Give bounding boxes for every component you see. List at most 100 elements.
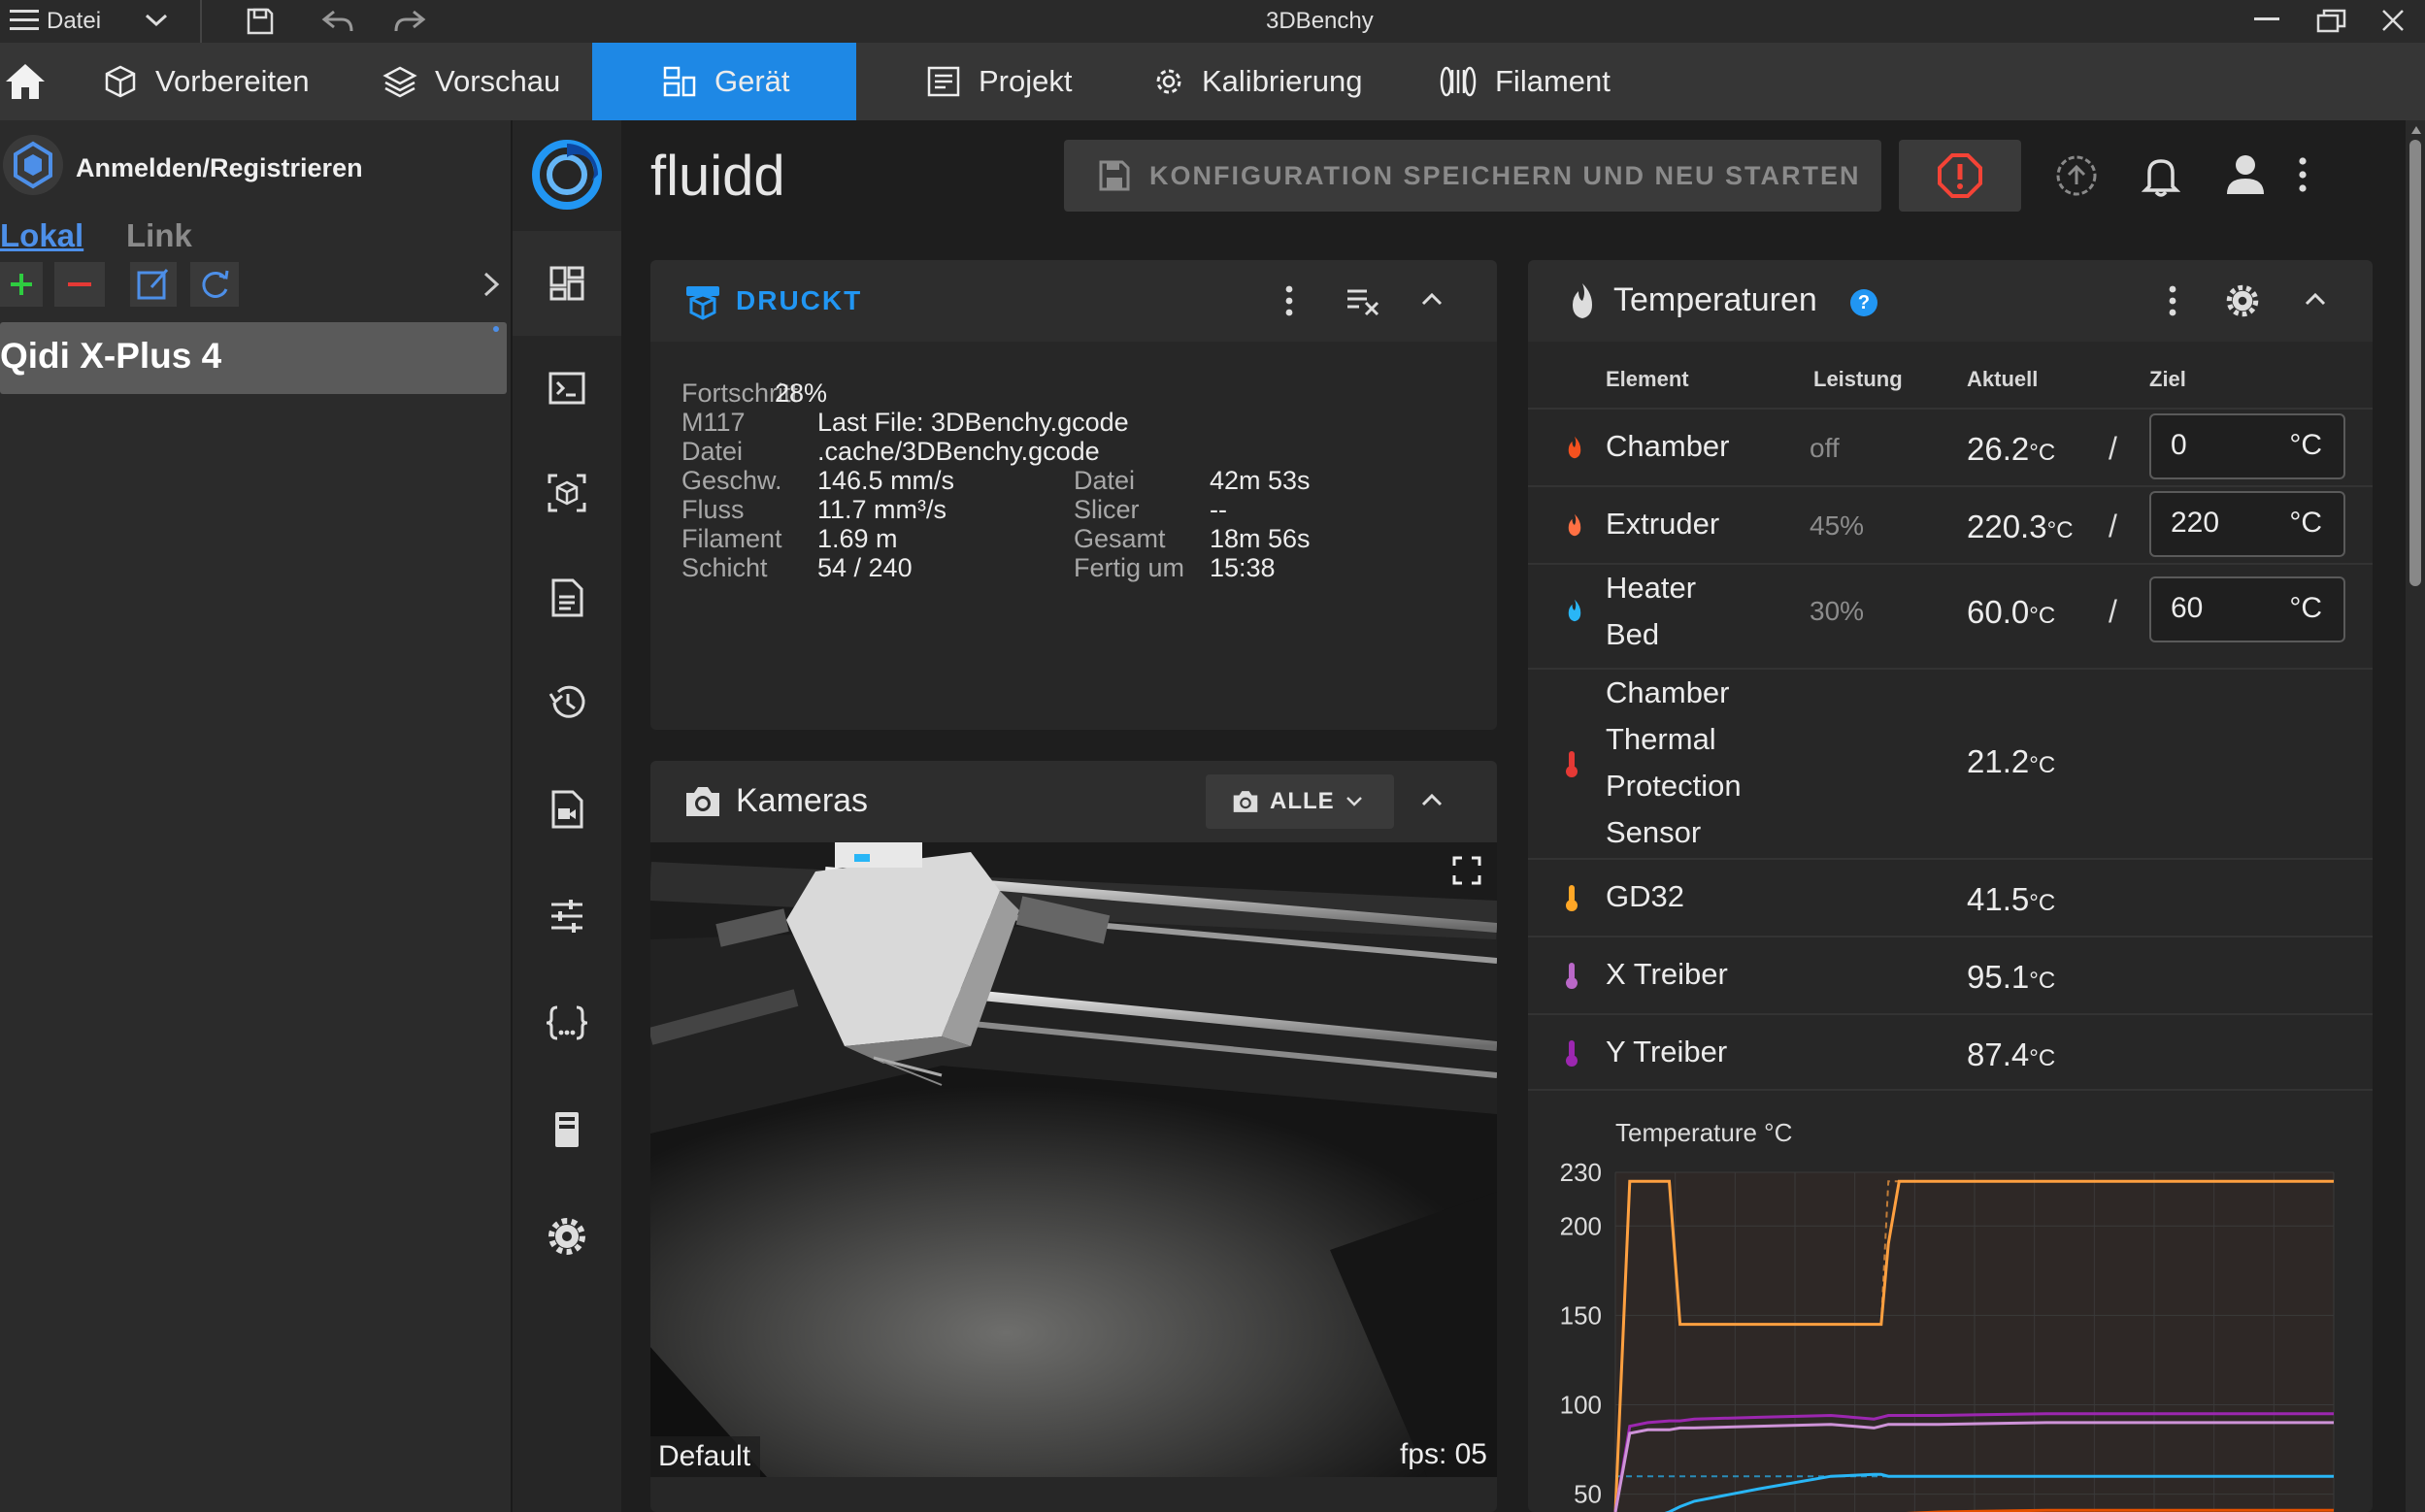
nav-gcode-viewer[interactable] [513, 441, 621, 545]
printer-item[interactable]: Qidi X-Plus 4 [0, 322, 507, 394]
total-label: Gesamt [1074, 524, 1166, 553]
file-time-label: Datei [1074, 466, 1136, 495]
gear-icon[interactable] [2225, 283, 2260, 318]
heater-power: off [1810, 433, 1840, 463]
target-temp-input[interactable]: 220 °C [2149, 491, 2345, 557]
table-row: Heater Bed 30% 60.0°C / 60 °C [1528, 563, 2373, 658]
tab-preview[interactable]: Vorschau [373, 43, 570, 120]
home-icon[interactable] [4, 62, 47, 101]
current-temp: 21.2°C [1967, 743, 2056, 779]
bell-icon[interactable] [2142, 153, 2180, 198]
temperatures-card: Temperaturen ? Element Leistung Aktuell … [1528, 260, 2373, 1512]
nav-console[interactable] [513, 336, 621, 441]
account-icon[interactable] [2225, 153, 2266, 196]
console-icon [548, 372, 585, 405]
nav-history[interactable] [513, 650, 621, 755]
tab-filament-label: Filament [1495, 64, 1611, 98]
print-status-card: DRUCKT Fortschritt 28% M117 Last File: 3… [650, 260, 1497, 730]
flow-label: Fluss [681, 495, 745, 524]
upload-icon[interactable] [2054, 153, 2099, 198]
tab-prepare[interactable]: Vorbereiten [93, 43, 319, 120]
project-icon [927, 66, 960, 97]
hamburger-menu-icon[interactable] [10, 8, 39, 33]
login-link[interactable]: Anmelden/Registrieren [76, 153, 363, 183]
restore-icon[interactable] [2316, 8, 2347, 35]
file-label: Datei [681, 437, 744, 466]
alert-octagon-icon [1938, 153, 1982, 198]
print-state: DRUCKT [736, 285, 863, 315]
refresh-button[interactable] [190, 262, 239, 307]
thermometer-icon [1565, 749, 1578, 778]
nav-timelapse[interactable] [513, 757, 621, 862]
fluidd-logo[interactable] [513, 120, 621, 229]
chevron-right-icon[interactable] [480, 270, 503, 299]
more-vert-icon[interactable] [2167, 283, 2178, 318]
y-tick-label: 200 [1560, 1211, 1602, 1240]
target-temp-input[interactable]: 0 °C [2149, 413, 2345, 479]
cameras-card: Kameras ALLE Default fps: 05 [650, 761, 1497, 1512]
minimize-icon[interactable] [2254, 17, 2279, 20]
target-temp-input[interactable]: 60 °C [2149, 576, 2345, 642]
playlist-remove-icon[interactable] [1345, 285, 1380, 316]
chevron-up-icon[interactable] [1419, 790, 1445, 809]
chevron-up-icon[interactable] [2303, 289, 2328, 309]
camera-feed[interactable]: Default fps: 05 [650, 842, 1497, 1477]
more-vert-icon[interactable] [2293, 155, 2312, 194]
col-power: Leistung [1813, 367, 1903, 391]
tune-icon [551, 900, 582, 933]
filament-spool-icon [1440, 66, 1477, 97]
tab-calibration[interactable]: Kalibrierung [1144, 43, 1372, 120]
chevron-down-icon[interactable] [144, 12, 169, 29]
cube-scan-icon [548, 474, 586, 512]
save-icon[interactable] [245, 6, 276, 37]
filament-label: Filament [681, 524, 782, 553]
m117-label: M117 [681, 408, 746, 437]
file-value: .cache/3DBenchy.gcode [817, 437, 1100, 466]
history-icon [548, 685, 585, 718]
tab-project[interactable]: Projekt [916, 43, 1081, 120]
current-temp: 95.1°C [1967, 959, 2056, 995]
nav-dashboard[interactable] [513, 231, 621, 336]
heater-power: 30% [1810, 596, 1865, 626]
table-row: Extruder 45% 220.3°C / 220 °C [1528, 485, 2373, 563]
scroll-up-arrow[interactable] [2411, 126, 2421, 134]
tab-project-label: Projekt [979, 64, 1073, 98]
tab-filament[interactable]: Filament [1429, 43, 1620, 120]
help-icon[interactable]: ? [1850, 289, 1877, 316]
title-bar: Datei 3DBenchy [0, 0, 2425, 43]
nav-settings[interactable] [513, 1184, 621, 1289]
emergency-stop-button[interactable] [1899, 140, 2021, 212]
cube-icon [105, 65, 136, 98]
cameras-title: Kameras [736, 782, 869, 819]
more-vert-icon[interactable] [1283, 283, 1295, 318]
scrollbar[interactable] [2406, 120, 2425, 1512]
remove-printer-button[interactable] [54, 262, 105, 307]
slicer-value: -- [1210, 495, 1227, 524]
file-document-icon [551, 578, 583, 617]
tab-local[interactable]: Lokal [0, 217, 83, 254]
redo-icon[interactable] [392, 8, 427, 35]
fullscreen-icon[interactable] [1452, 856, 1481, 885]
nav-system[interactable] [513, 1077, 621, 1182]
camera-select-button[interactable]: ALLE [1206, 774, 1394, 829]
table-row: X Treiber 95.1°C [1528, 936, 2373, 1013]
tab-link[interactable]: Link [126, 217, 192, 254]
scroll-thumb[interactable] [2409, 140, 2421, 586]
close-icon[interactable] [2380, 8, 2406, 33]
undo-icon[interactable] [320, 8, 355, 35]
add-printer-button[interactable] [0, 262, 43, 307]
nav-jobs[interactable] [513, 545, 621, 650]
nav-tune[interactable] [513, 864, 621, 969]
table-row: GD32 41.5°C [1528, 858, 2373, 936]
camera-icon [683, 784, 722, 819]
chevron-up-icon[interactable] [1419, 289, 1445, 309]
nav-config[interactable] [513, 970, 621, 1075]
edit-printer-button[interactable] [130, 262, 177, 307]
divider [200, 0, 202, 43]
save-restart-button[interactable]: KONFIGURATION SPEICHERN UND NEU STARTEN [1064, 140, 1881, 212]
avatar[interactable] [2, 134, 64, 196]
current-temp: 26.2°C [1967, 431, 2056, 467]
tab-device[interactable]: Gerät [592, 43, 856, 120]
file-menu[interactable]: Datei [47, 8, 101, 35]
file-time-value: 42m 53s [1210, 466, 1311, 495]
